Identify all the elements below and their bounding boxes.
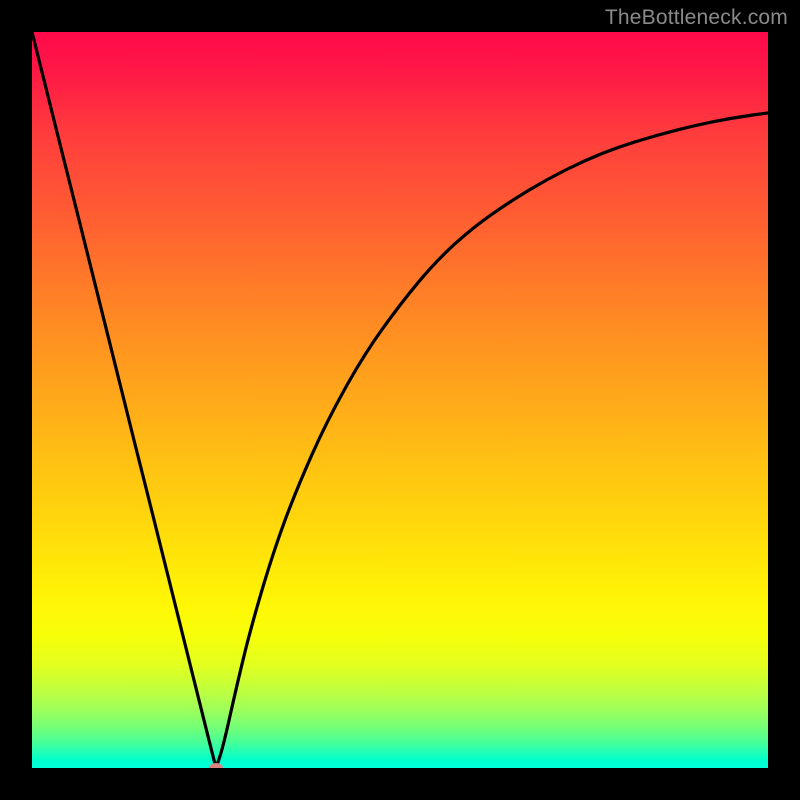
bottleneck-curve	[32, 32, 768, 768]
plot-area	[32, 32, 768, 768]
watermark-text: TheBottleneck.com	[605, 6, 788, 30]
minimum-marker	[209, 763, 223, 768]
chart-frame: TheBottleneck.com	[0, 0, 800, 800]
